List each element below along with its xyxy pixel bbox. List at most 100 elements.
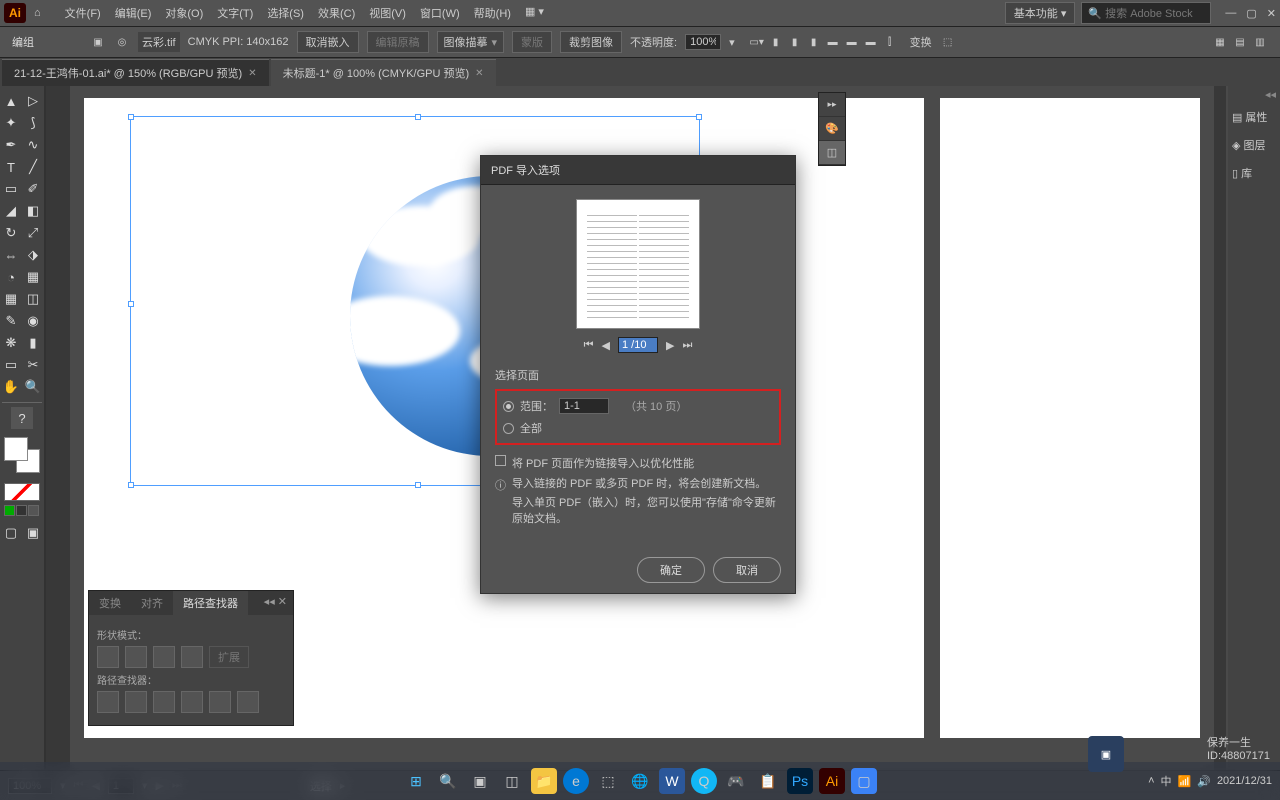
explorer-icon[interactable]: 📁 xyxy=(531,768,557,794)
clock[interactable]: 2021/12/31 xyxy=(1217,775,1272,787)
crop-pf-icon[interactable] xyxy=(181,691,203,713)
free-transform-tool-icon[interactable]: ⬗ xyxy=(22,244,44,266)
eraser-tool-icon[interactable]: ◧ xyxy=(22,200,44,222)
color-panel-icon[interactable]: 🎨 xyxy=(819,117,845,141)
outline-icon[interactable] xyxy=(209,691,231,713)
hand-tool-icon[interactable]: ✋ xyxy=(0,376,22,398)
unite-icon[interactable] xyxy=(97,646,119,668)
align-top-icon[interactable]: ▬ xyxy=(825,34,841,50)
screen-mode-icon[interactable]: ▢ xyxy=(0,522,22,544)
menu-type[interactable]: 文字(T) xyxy=(211,3,259,23)
line-tool-icon[interactable]: ╱ xyxy=(22,156,44,178)
prev-page-icon[interactable]: ◀ xyxy=(602,339,610,352)
merge-icon[interactable] xyxy=(153,691,175,713)
ok-button[interactable]: 确定 xyxy=(637,557,705,583)
app-icon[interactable]: ⬚ xyxy=(595,768,621,794)
symbol-sprayer-tool-icon[interactable]: ❋ xyxy=(0,332,22,354)
transform-label[interactable]: 变换 xyxy=(910,34,932,50)
lasso-tool-icon[interactable]: ⟆ xyxy=(22,112,44,134)
all-pages-radio[interactable] xyxy=(503,423,514,434)
exclude-icon[interactable] xyxy=(181,646,203,668)
app4-icon[interactable]: ▢ xyxy=(851,768,877,794)
ime-icon[interactable]: 中 xyxy=(1161,773,1172,789)
embed-icon[interactable]: ▣ xyxy=(90,34,106,50)
crop-image-button[interactable]: 裁剪图像 xyxy=(560,31,622,53)
align-bottom-icon[interactable]: ▬ xyxy=(863,34,879,50)
cancel-embed-button[interactable]: 取消嵌入 xyxy=(297,31,359,53)
opacity-input[interactable] xyxy=(685,34,721,50)
panel-libraries[interactable]: ▯库 xyxy=(1228,159,1280,187)
menu-window[interactable]: 窗口(W) xyxy=(414,3,466,23)
floating-color-panel[interactable]: ▸▸ 🎨 ◫ xyxy=(818,92,846,166)
align-hcenter-icon[interactable]: ▮ xyxy=(787,34,803,50)
perspective-tool-icon[interactable]: ▦ xyxy=(22,266,44,288)
left-collapse-strip[interactable] xyxy=(46,86,70,770)
divide-icon[interactable] xyxy=(97,691,119,713)
workspace-switcher[interactable]: 基本功能 ▾ xyxy=(1005,2,1076,24)
illustrator-taskbar-icon[interactable]: Ai xyxy=(819,768,845,794)
shape-builder-tool-icon[interactable]: ◔ xyxy=(0,266,22,288)
menu-effect[interactable]: 效果(C) xyxy=(312,3,361,23)
app3-icon[interactable]: 📋 xyxy=(755,768,781,794)
start-icon[interactable]: ⊞ xyxy=(403,768,429,794)
trim-icon[interactable] xyxy=(125,691,147,713)
next-page-icon[interactable]: ▶ xyxy=(666,339,674,352)
photoshop-icon[interactable]: Ps xyxy=(787,768,813,794)
import-as-link-checkbox[interactable] xyxy=(495,455,506,466)
eyedropper-tool-icon[interactable]: ✎ xyxy=(0,310,22,332)
fill-stroke-colors[interactable] xyxy=(4,437,40,473)
panel-icon-3[interactable]: ▥ xyxy=(1252,34,1268,50)
direct-selection-tool-icon[interactable]: ▷ xyxy=(22,90,44,112)
qq-icon[interactable]: Q xyxy=(691,768,717,794)
panel-collapse-icon[interactable]: ▸▸ xyxy=(819,93,845,117)
target-icon[interactable]: ◎ xyxy=(114,34,130,50)
document-tab-1[interactable]: 21-12-王鸿伟-01.ai* @ 150% (RGB/GPU 预览) ✕ xyxy=(2,59,269,86)
panel-icon-1[interactable]: ▦ xyxy=(1212,34,1228,50)
paintbrush-tool-icon[interactable]: ✐ xyxy=(22,178,44,200)
opacity-dropdown-icon[interactable]: ▾ xyxy=(729,36,735,49)
swatch-green[interactable] xyxy=(4,505,15,516)
document-tab-2[interactable]: 未标题-1* @ 100% (CMYK/GPU 预览) ✕ xyxy=(271,59,496,86)
intersect-icon[interactable] xyxy=(153,646,175,668)
style-icon[interactable]: ▭▾ xyxy=(749,34,765,50)
cancel-button[interactable]: 取消 xyxy=(713,557,781,583)
close-icon[interactable]: ✕ xyxy=(1267,7,1276,20)
maximize-icon[interactable]: ▢ xyxy=(1246,7,1256,20)
distribute-icon[interactable]: ⫿ xyxy=(882,34,898,50)
chrome-icon[interactable]: 🌐 xyxy=(627,768,653,794)
scale-tool-icon[interactable]: ⤢ xyxy=(22,222,44,244)
task-view-icon[interactable]: ▣ xyxy=(467,768,493,794)
pathfinder-panel[interactable]: 变换 对齐 路径查找器 ◂◂ ✕ 形状模式： 扩展 路径查找器： xyxy=(88,590,294,726)
isolate-icon[interactable]: ⬚ xyxy=(940,34,956,50)
pen-tool-icon[interactable]: ✒ xyxy=(0,134,22,156)
shaper-tool-icon[interactable]: ◢ xyxy=(0,200,22,222)
menu-select[interactable]: 选择(S) xyxy=(261,3,310,23)
panel-expand-icon[interactable]: ◂◂ xyxy=(1228,86,1280,103)
last-page-icon[interactable]: ⏭ xyxy=(682,339,692,352)
minus-front-icon[interactable] xyxy=(125,646,147,668)
width-tool-icon[interactable]: ⇔ xyxy=(0,244,22,266)
tray-chevron-icon[interactable]: ˄ xyxy=(1148,775,1154,787)
graph-tool-icon[interactable]: ▮ xyxy=(22,332,44,354)
edge-icon[interactable]: e xyxy=(563,768,589,794)
wifi-icon[interactable]: 📶 xyxy=(1178,775,1192,788)
screen-mode2-icon[interactable]: ▣ xyxy=(22,522,44,544)
first-page-icon[interactable]: ⏮ xyxy=(584,339,594,352)
minus-back-icon[interactable] xyxy=(237,691,259,713)
edit-toolbar-icon[interactable]: ? xyxy=(11,407,33,429)
align-tab[interactable]: 对齐 xyxy=(131,591,173,615)
type-tool-icon[interactable]: T xyxy=(0,156,22,178)
artboard-tool-icon[interactable]: ▭ xyxy=(0,354,22,376)
swatch-dark[interactable] xyxy=(16,505,27,516)
range-radio[interactable] xyxy=(503,401,514,412)
panel-layers[interactable]: ◈图层 xyxy=(1228,131,1280,159)
mesh-tool-icon[interactable]: ▦ xyxy=(0,288,22,310)
slice-tool-icon[interactable]: ✂ xyxy=(22,354,44,376)
menu-object[interactable]: 对象(O) xyxy=(159,3,209,23)
minimize-icon[interactable]: — xyxy=(1225,7,1236,20)
search-icon[interactable]: 🔍 xyxy=(435,768,461,794)
right-collapse-strip[interactable] xyxy=(1214,86,1226,770)
zoom-tool-icon[interactable]: 🔍 xyxy=(22,376,44,398)
align-left-icon[interactable]: ▮ xyxy=(768,34,784,50)
align-vcenter-icon[interactable]: ▬ xyxy=(844,34,860,50)
